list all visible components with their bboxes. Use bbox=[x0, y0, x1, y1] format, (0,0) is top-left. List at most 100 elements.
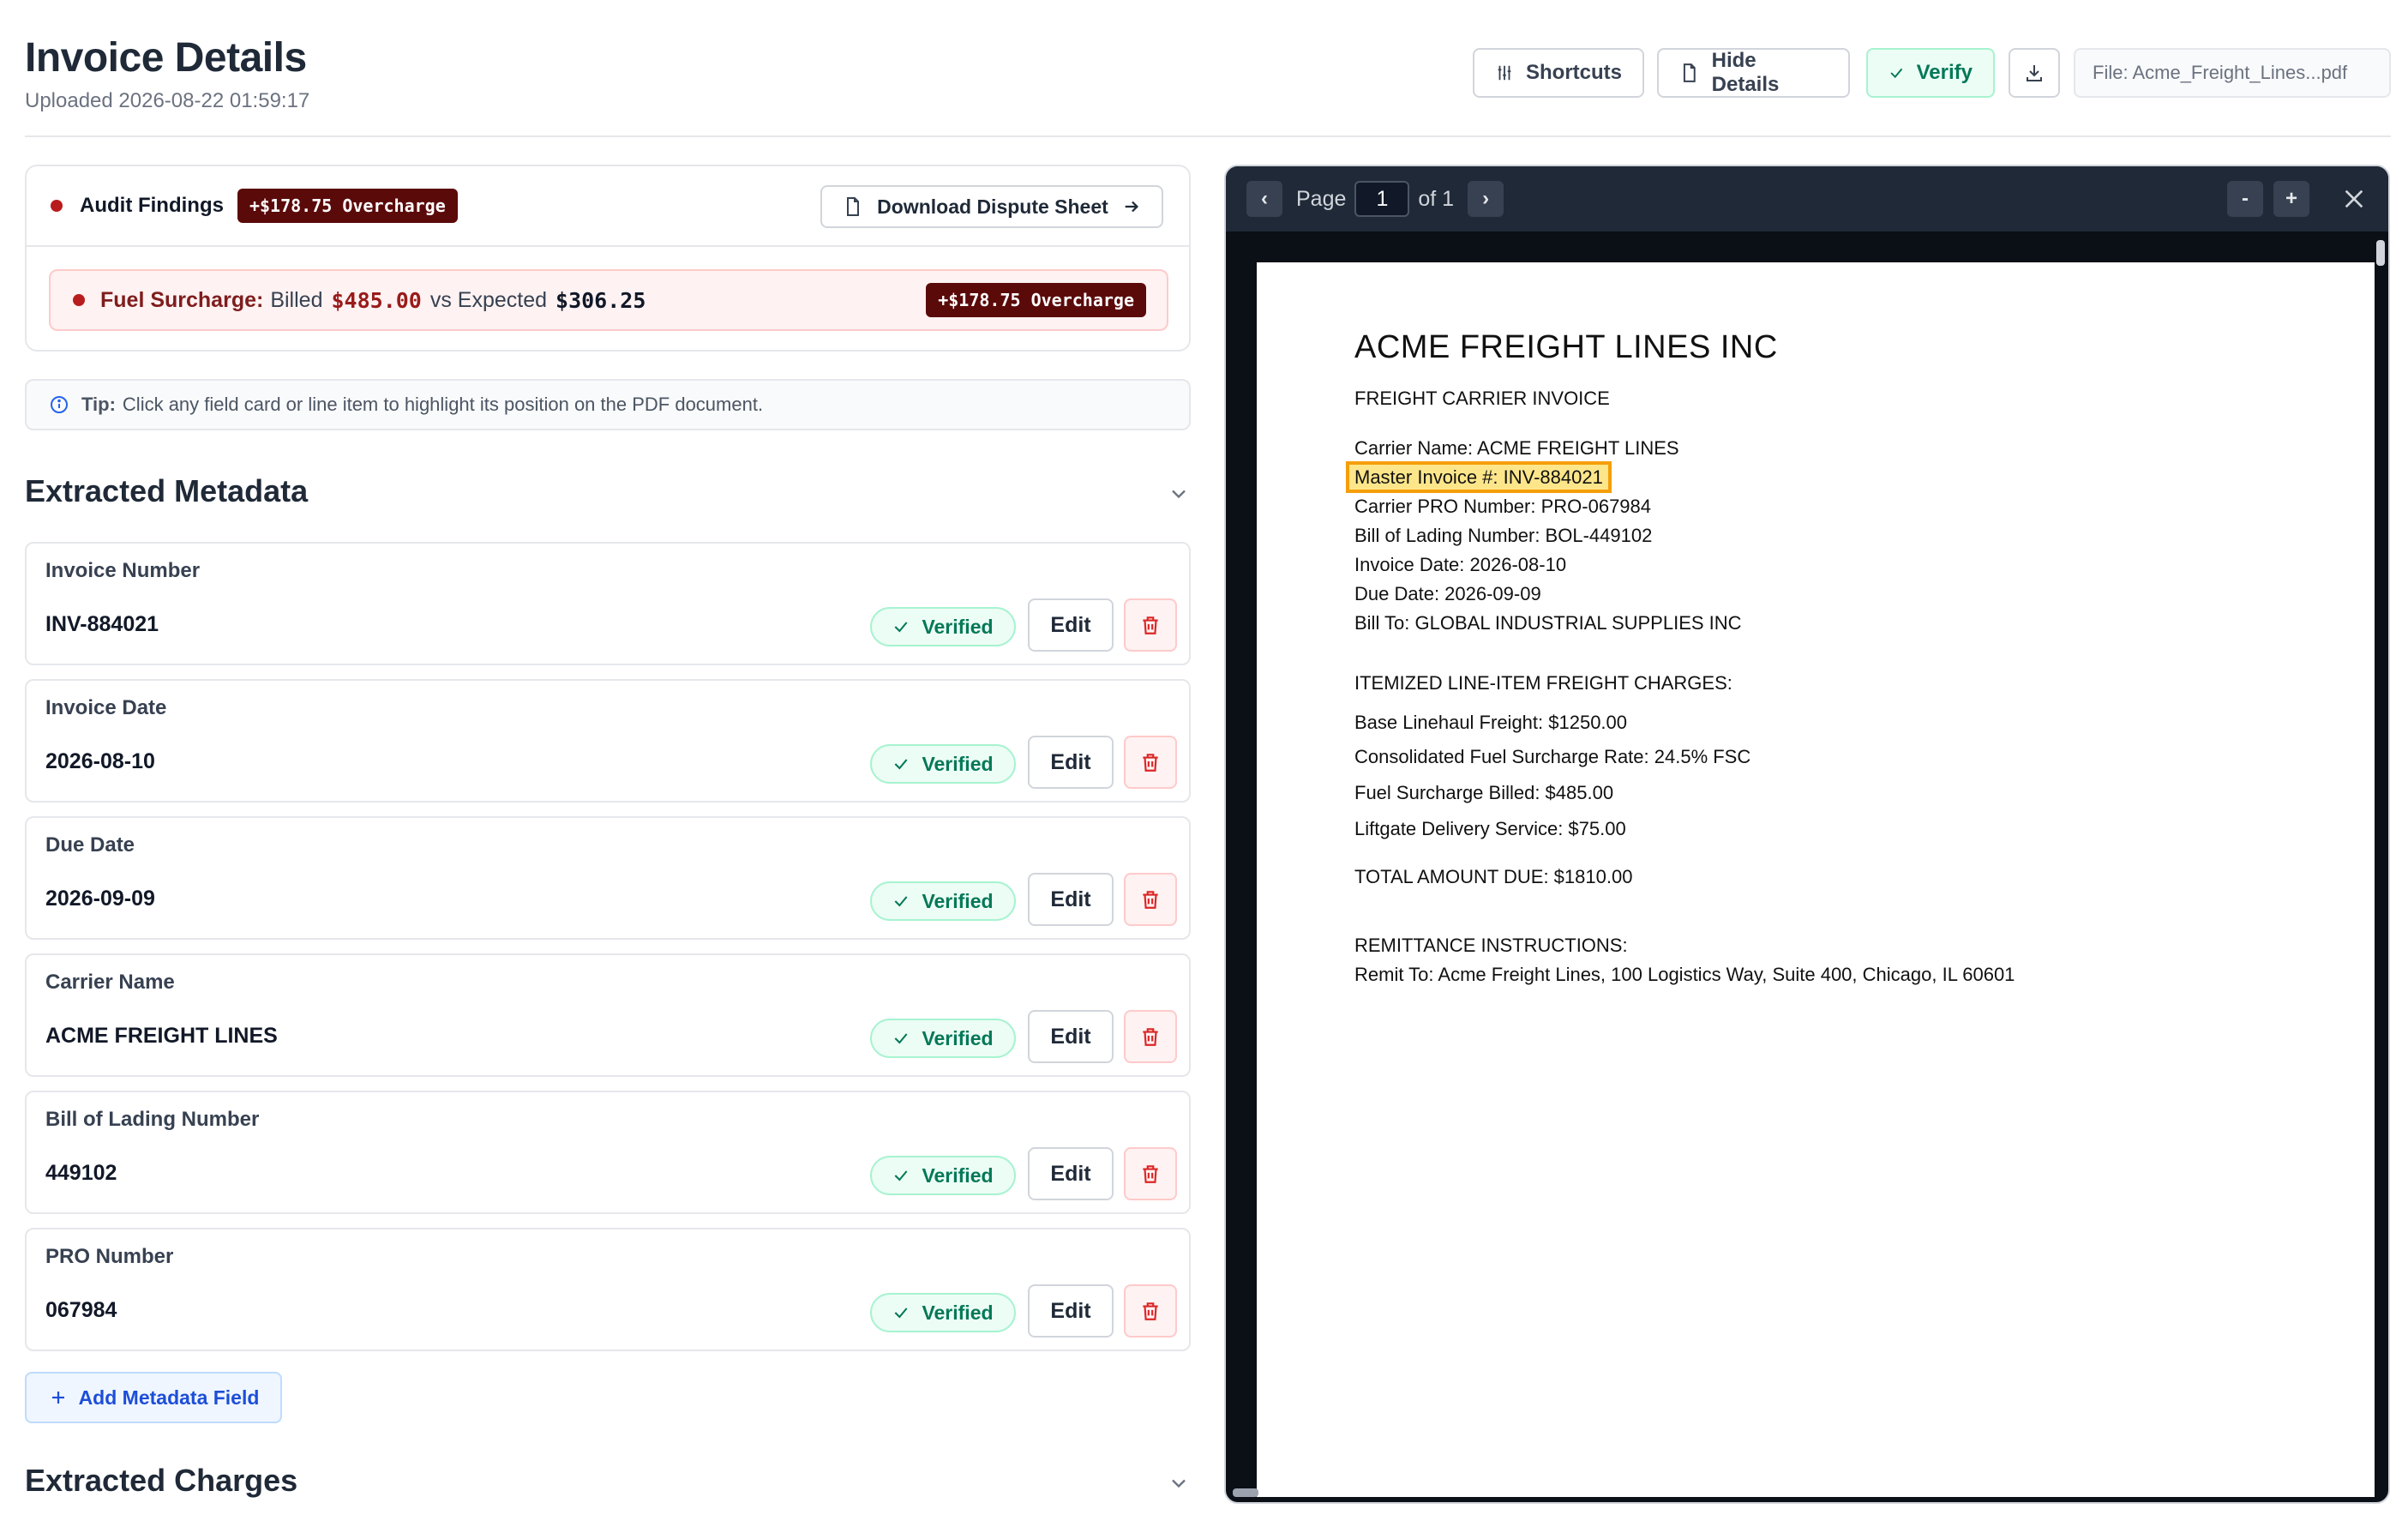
delete-button[interactable] bbox=[1124, 873, 1177, 926]
trash-icon bbox=[1143, 1028, 1158, 1046]
verified-label: Verified bbox=[922, 752, 994, 775]
check-icon bbox=[895, 1308, 908, 1319]
tip-banner: Tip: Click any field card or line item t… bbox=[25, 379, 1191, 430]
chevron-down-icon[interactable] bbox=[1167, 482, 1191, 506]
tip-strong: Tip: bbox=[81, 394, 116, 415]
finding-billed-value: $485.00 bbox=[331, 287, 422, 313]
file-name-chip: File: Acme_Freight_Lines...pdf bbox=[2074, 48, 2391, 98]
horizontal-scrollbar[interactable] bbox=[1233, 1488, 1258, 1497]
metadata-field-card[interactable]: Due Date 2026-09-09 Verified Edit bbox=[25, 816, 1191, 940]
check-icon bbox=[895, 622, 908, 633]
extracted-metadata-title: Extracted Metadata bbox=[25, 473, 309, 508]
verified-label: Verified bbox=[922, 1163, 994, 1187]
trash-icon bbox=[1143, 1302, 1158, 1320]
field-label: Invoice Number bbox=[45, 559, 201, 582]
verified-label: Verified bbox=[922, 889, 994, 912]
next-page-button[interactable]: › bbox=[1468, 181, 1504, 217]
verified-badge: Verified bbox=[870, 1156, 1016, 1195]
finding-billed-prefix: Billed bbox=[270, 287, 323, 312]
document-icon bbox=[847, 197, 860, 216]
verified-label: Verified bbox=[922, 615, 994, 638]
check-icon bbox=[1890, 68, 1903, 79]
doc-line: Invoice Date: 2026-08-10 bbox=[1354, 554, 1567, 575]
trash-icon bbox=[1143, 616, 1158, 634]
chevron-down-icon[interactable] bbox=[1167, 1471, 1191, 1495]
vertical-scrollbar[interactable] bbox=[2376, 240, 2385, 266]
field-value: INV-884021 bbox=[45, 612, 159, 636]
document-icon bbox=[1683, 63, 1696, 82]
delete-button[interactable] bbox=[1124, 1284, 1177, 1338]
doc-total: TOTAL AMOUNT DUE: $1810.00 bbox=[1354, 866, 1633, 887]
edit-button[interactable]: Edit bbox=[1028, 1147, 1114, 1200]
edit-button[interactable]: Edit bbox=[1028, 873, 1114, 926]
trash-icon bbox=[1143, 891, 1158, 909]
delete-button[interactable] bbox=[1124, 736, 1177, 789]
field-label: Due Date bbox=[45, 833, 135, 857]
doc-title: ACME FREIGHT LINES INC bbox=[1354, 329, 1778, 365]
metadata-field-card[interactable]: Bill of Lading Number 449102 Verified Edit bbox=[25, 1091, 1191, 1214]
verified-badge: Verified bbox=[870, 744, 1016, 784]
download-button[interactable] bbox=[2009, 48, 2060, 98]
doc-charge-line: Consolidated Fuel Surcharge Rate: 24.5% … bbox=[1354, 746, 1751, 767]
pdf-page[interactable]: ACME FREIGHT LINES INC FREIGHT CARRIER I… bbox=[1257, 262, 2375, 1497]
metadata-field-card[interactable]: Invoice Date 2026-08-10 Verified Edit bbox=[25, 679, 1191, 803]
pdf-viewer: ‹ Page of 1 › - + ACME FREIGHT LINES INC… bbox=[1224, 165, 2390, 1504]
finding-overcharge-badge: +$178.75 Overcharge bbox=[926, 283, 1146, 317]
verified-label: Verified bbox=[922, 1301, 994, 1324]
doc-subtitle: FREIGHT CARRIER INVOICE bbox=[1354, 388, 1610, 409]
zoom-controls: - + bbox=[2227, 181, 2368, 217]
metadata-field-card[interactable]: PRO Number 067984 Verified Edit bbox=[25, 1228, 1191, 1351]
doc-line-highlighted: Master Invoice #: INV-884021 bbox=[1346, 461, 1612, 493]
metadata-field-card[interactable]: Invoice Number INV-884021 Verified Edit bbox=[25, 542, 1191, 665]
field-value: 449102 bbox=[45, 1161, 117, 1185]
doc-remit-heading: REMITTANCE INSTRUCTIONS: bbox=[1354, 935, 1628, 956]
verify-label: Verify bbox=[1916, 61, 1973, 84]
alert-dot-icon bbox=[73, 294, 85, 306]
edit-button[interactable]: Edit bbox=[1028, 736, 1114, 789]
close-icon[interactable] bbox=[2340, 185, 2368, 213]
delete-button[interactable] bbox=[1124, 1147, 1177, 1200]
overcharge-badge: +$178.75 Overcharge bbox=[237, 189, 458, 223]
field-label: PRO Number bbox=[45, 1245, 174, 1268]
page-number-input[interactable] bbox=[1354, 181, 1410, 217]
field-label: Invoice Date bbox=[45, 696, 167, 719]
doc-charge-line: Base Linehaul Freight: $1250.00 bbox=[1354, 712, 1628, 733]
page-header: Invoice Details Uploaded 2026-08-22 01:5… bbox=[25, 0, 2391, 137]
arrow-right-icon bbox=[1125, 201, 1138, 213]
hide-details-button[interactable]: Hide Details bbox=[1657, 48, 1850, 98]
add-metadata-field-button[interactable]: Add Metadata Field bbox=[25, 1372, 282, 1423]
finding-expected-value: $306.25 bbox=[555, 287, 646, 313]
finding-name: Fuel Surcharge: bbox=[100, 287, 264, 312]
dispute-label: Download Dispute Sheet bbox=[877, 195, 1108, 218]
page-count: of 1 bbox=[1418, 186, 1455, 211]
download-dispute-sheet-button[interactable]: Download Dispute Sheet bbox=[820, 185, 1163, 228]
doc-line: Bill of Lading Number: BOL-449102 bbox=[1354, 525, 1653, 546]
page-title: Invoice Details bbox=[25, 35, 307, 81]
delete-button[interactable] bbox=[1124, 1010, 1177, 1063]
upload-timestamp: Uploaded 2026-08-22 01:59:17 bbox=[25, 89, 310, 112]
extracted-charges-title: Extracted Charges bbox=[25, 1463, 298, 1498]
audit-findings-title: Audit Findings bbox=[80, 194, 224, 217]
zoom-in-button[interactable]: + bbox=[2273, 181, 2309, 217]
edit-button[interactable]: Edit bbox=[1028, 598, 1114, 652]
doc-line: Carrier Name: ACME FREIGHT LINES bbox=[1354, 437, 1679, 459]
prev-page-button[interactable]: ‹ bbox=[1246, 181, 1282, 217]
shortcuts-label: Shortcuts bbox=[1525, 61, 1622, 84]
finding-row-fuel-surcharge[interactable]: Fuel Surcharge: Billed $485.00 vs Expect… bbox=[49, 269, 1168, 331]
doc-line: Due Date: 2026-09-09 bbox=[1354, 583, 1541, 604]
delete-button[interactable] bbox=[1124, 598, 1177, 652]
doc-remit-address: Remit To: Acme Freight Lines, 100 Logist… bbox=[1354, 964, 2015, 985]
download-icon bbox=[2027, 65, 2042, 81]
field-value: 2026-09-09 bbox=[45, 887, 155, 911]
sliders-icon bbox=[1498, 65, 1511, 81]
field-highlight: Master Invoice #: INV-884021 bbox=[1346, 461, 1612, 493]
audit-findings-card: Audit Findings +$178.75 Overcharge Downl… bbox=[25, 165, 1191, 352]
zoom-out-button[interactable]: - bbox=[2227, 181, 2263, 217]
finding-vs-text: vs Expected bbox=[429, 287, 548, 312]
metadata-field-card[interactable]: Carrier Name ACME FREIGHT LINES Verified Ed… bbox=[25, 953, 1191, 1077]
edit-button[interactable]: Edit bbox=[1028, 1010, 1114, 1063]
edit-button[interactable]: Edit bbox=[1028, 1284, 1114, 1338]
shortcuts-button[interactable]: Shortcuts bbox=[1473, 48, 1644, 98]
verify-button[interactable]: Verify bbox=[1866, 48, 1995, 98]
check-icon bbox=[895, 1170, 908, 1181]
